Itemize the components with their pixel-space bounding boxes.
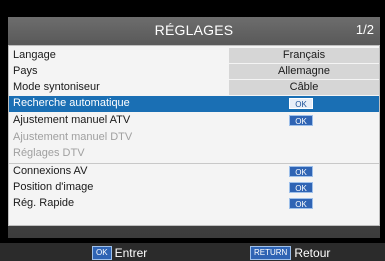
- setting-reglages-dtv: Réglages DTV: [9, 146, 379, 161]
- setting-label: Langage: [13, 49, 56, 61]
- setting-value: Allemagne: [229, 64, 379, 79]
- setting-recherche-automatique[interactable]: Recherche automatique OK: [9, 96, 379, 112]
- ok-button[interactable]: OK: [289, 166, 313, 177]
- ok-button[interactable]: OK: [289, 115, 313, 126]
- setting-value: Câble: [229, 80, 379, 95]
- ok-button[interactable]: OK: [289, 198, 313, 209]
- enter-hint-label: Entrer: [114, 246, 148, 260]
- setting-reg-rapide[interactable]: Rég. Rapide OK: [9, 196, 379, 211]
- setting-langage[interactable]: Langage Français: [9, 48, 379, 63]
- ok-key-icon: OK: [92, 246, 112, 260]
- setting-label: Ajustement manuel DTV: [13, 131, 133, 143]
- setting-position-image[interactable]: Position d'image OK: [9, 180, 379, 195]
- return-key-icon: RETURN: [250, 246, 292, 260]
- setting-label: Connexions AV: [13, 165, 88, 177]
- setting-label: Recherche automatique: [13, 97, 130, 109]
- settings-list: Langage Français Pays Allemagne Mode syn…: [8, 45, 380, 226]
- setting-ajustement-manuel-dtv: Ajustement manuel DTV: [9, 130, 379, 145]
- setting-value: Français: [229, 48, 379, 63]
- setting-label: Rég. Rapide: [13, 197, 75, 209]
- ok-button[interactable]: OK: [289, 98, 313, 109]
- setting-label: Position d'image: [13, 181, 94, 193]
- footer-hint-bar: OK Entrer RETURN Retour: [0, 243, 385, 261]
- tv-settings-screen: RÉGLAGES 1/2 Langage Français Pays Allem…: [0, 0, 385, 261]
- ok-button[interactable]: OK: [289, 182, 313, 193]
- enter-hint[interactable]: OK Entrer: [92, 246, 147, 260]
- menu-title: RÉGLAGES: [154, 22, 234, 38]
- settings-panel: RÉGLAGES 1/2 Langage Français Pays Allem…: [8, 17, 380, 238]
- setting-ajustement-manuel-atv[interactable]: Ajustement manuel ATV OK: [9, 113, 379, 128]
- return-hint-label: Retour: [294, 246, 331, 260]
- page-indicator: 1/2: [355, 22, 374, 37]
- setting-label: Ajustement manuel ATV: [13, 114, 131, 126]
- setting-label: Mode syntoniseur: [13, 81, 100, 93]
- setting-label: Pays: [13, 65, 38, 77]
- menu-header: RÉGLAGES 1/2: [8, 17, 380, 43]
- return-hint[interactable]: RETURN Retour: [250, 246, 330, 260]
- setting-connexions-av[interactable]: Connexions AV OK: [9, 163, 379, 179]
- setting-label: Réglages DTV: [13, 147, 85, 159]
- setting-mode-syntoniseur[interactable]: Mode syntoniseur Câble: [9, 80, 379, 95]
- setting-pays[interactable]: Pays Allemagne: [9, 64, 379, 79]
